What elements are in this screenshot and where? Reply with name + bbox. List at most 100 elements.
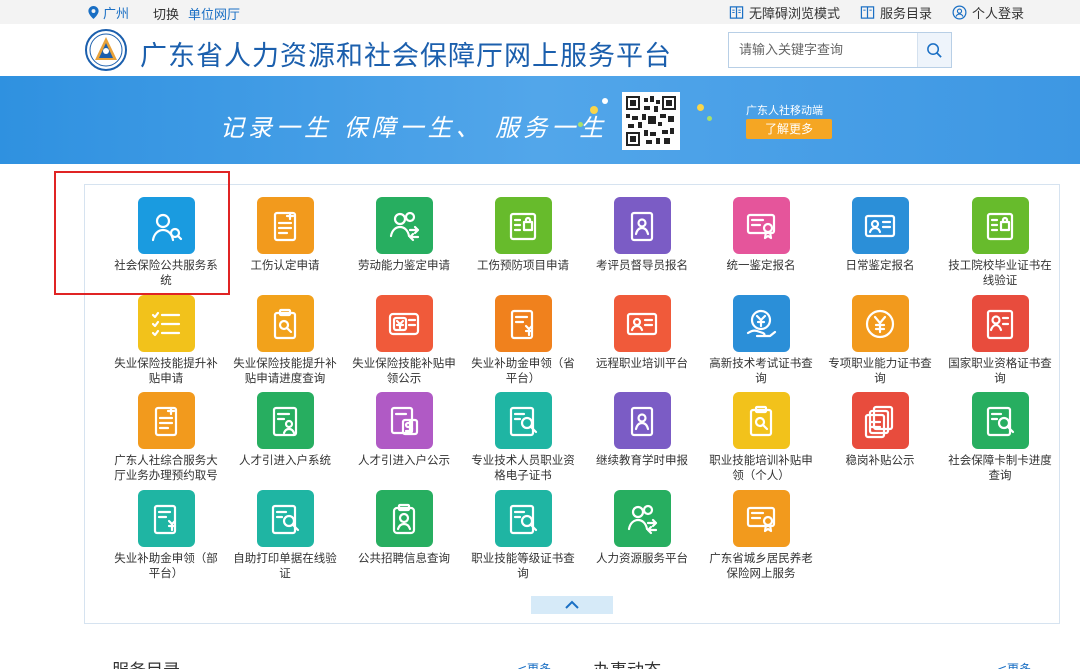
service-tile[interactable]: 公共招聘信息查询 [345, 490, 463, 566]
search-button[interactable] [917, 33, 951, 67]
emblem-logo [85, 29, 127, 71]
service-icon-tile [256, 490, 314, 547]
location-pin-icon [88, 6, 99, 19]
service-icon-tile [137, 197, 195, 254]
service-icon-tile [971, 392, 1029, 449]
users-transfer-icon [389, 211, 420, 241]
document-lock-icon [986, 212, 1014, 240]
service-tile[interactable]: 远程职业培训平台 [583, 295, 701, 371]
service-label: 专业技术人员职业资格电子证书 [471, 453, 575, 482]
service-tile[interactable]: 职业技能等级证书查询 [464, 490, 582, 581]
service-tile[interactable]: 失业补助金申领（部平台） [107, 490, 225, 581]
learn-more-button[interactable]: 了解更多 [746, 119, 832, 139]
service-label: 继续教育学时申报 [596, 453, 688, 467]
service-tile[interactable]: 广东省城乡居民养老保险网上服务 [702, 490, 820, 581]
service-label: 工伤认定申请 [250, 258, 320, 272]
service-label: 自助打印单据在线验证 [233, 551, 337, 580]
user-circle-icon [952, 5, 967, 20]
service-tile[interactable]: 继续教育学时申报 [583, 392, 701, 468]
news-more-link[interactable]: <更多 [997, 660, 1031, 669]
collapse-button[interactable] [531, 596, 613, 614]
decor-dot [697, 104, 704, 111]
service-label: 人才引进入户公示 [358, 453, 450, 467]
service-tile[interactable]: 失业保险技能提升补贴申请 [107, 295, 225, 386]
accessibility-link[interactable]: 无障碍浏览模式 [729, 3, 840, 22]
service-icon-tile [494, 392, 552, 449]
service-tile[interactable]: 工伤认定申请 [226, 197, 344, 273]
service-label: 稳岗补贴公示 [845, 453, 915, 467]
service-icon-tile [494, 295, 552, 352]
search-box [728, 32, 952, 68]
yuan-hand-icon [746, 309, 777, 337]
service-icon-tile [137, 490, 195, 547]
service-tile[interactable]: 人才引进入户系统 [226, 392, 344, 468]
service-tile[interactable]: 统一鉴定报名 [702, 197, 820, 273]
decor-dot [578, 122, 583, 127]
service-tile[interactable]: 职业技能培训补贴申领（个人） [702, 392, 820, 483]
service-label: 人才引进入户系统 [239, 453, 331, 467]
service-label: 日常鉴定报名 [845, 258, 915, 272]
accessibility-label: 无障碍浏览模式 [748, 7, 840, 22]
service-tile[interactable]: 专项职业能力证书查询 [821, 295, 939, 386]
document-dollar-icon [390, 406, 419, 435]
service-tile[interactable]: 社会保险公共服务系统 [107, 197, 225, 288]
service-tile[interactable]: 国家职业资格证书查询 [941, 295, 1059, 386]
service-icon-tile [256, 197, 314, 254]
service-icon-tile [971, 197, 1029, 254]
person-document-icon [986, 309, 1014, 339]
service-label: 职业技能等级证书查询 [471, 551, 575, 580]
login-link[interactable]: 个人登录 [952, 3, 1024, 22]
service-tile[interactable]: 专业技术人员职业资格电子证书 [464, 392, 582, 483]
document-lock-icon [509, 212, 537, 240]
top-bar: 广州 切换 单位网厅 无障碍浏览模式 服务目录 个人登录 [0, 0, 1080, 24]
news-title: 办事动态 [593, 656, 661, 669]
service-icon-tile [732, 197, 790, 254]
service-label: 失业补助金申领（部平台） [114, 551, 218, 580]
banner: 记录一生 保障一生、 服务一生 广东人社移动端 了解更多 [0, 76, 1080, 164]
service-tile[interactable]: 技工院校毕业证书在线验证 [941, 197, 1059, 288]
service-tile[interactable]: 失业保险技能提升补贴申请进度查询 [226, 295, 344, 386]
service-label: 失业保险技能提升补贴申请进度查询 [233, 356, 337, 385]
clipboard-search-icon [273, 308, 297, 339]
service-tile[interactable]: 失业保险技能补贴申领公示 [345, 295, 463, 386]
service-icon-tile [137, 392, 195, 449]
service-tile[interactable]: 劳动能力鉴定申请 [345, 197, 463, 273]
service-icon-tile [851, 295, 909, 352]
service-icon-tile [613, 197, 671, 254]
catalog-icon [860, 6, 875, 19]
service-icon-tile [732, 490, 790, 547]
qr-code[interactable] [622, 92, 680, 150]
document-yuan-icon [153, 504, 177, 534]
service-tile[interactable]: 人才引进入户公示 [345, 392, 463, 468]
service-tile[interactable]: 失业补助金申领（省平台） [464, 295, 582, 386]
service-tile[interactable]: 广东人社综合服务大厅业务办理预约取号 [107, 392, 225, 483]
switch-link[interactable]: 切换 [153, 4, 179, 23]
service-tile[interactable]: 人力资源服务平台 [583, 490, 701, 566]
search-icon [927, 42, 942, 58]
document-search-icon [271, 504, 300, 534]
service-label: 公共招聘信息查询 [358, 551, 450, 565]
service-icon-tile [494, 490, 552, 547]
service-icon-tile [613, 295, 671, 352]
service-catalog-link[interactable]: 服务目录 [860, 3, 932, 22]
service-icon-tile [375, 490, 433, 547]
service-tile[interactable]: 考评员督导员报名 [583, 197, 701, 273]
document-search-icon [509, 504, 538, 534]
document-search-icon [509, 406, 538, 436]
search-input[interactable] [729, 33, 917, 67]
service-tile[interactable]: 社会保障卡制卡进度查询 [941, 392, 1059, 483]
service-tile[interactable]: 高新技术考试证书查询 [702, 295, 820, 386]
department-link[interactable]: 单位网厅 [188, 4, 240, 23]
service-tile[interactable]: 稳岗补贴公示 [821, 392, 939, 468]
location[interactable]: 广州 [88, 3, 129, 22]
service-tile[interactable]: 日常鉴定报名 [821, 197, 939, 273]
service-label: 高新技术考试证书查询 [709, 356, 813, 385]
mobile-label: 广东人社移动端 [746, 104, 823, 117]
chevron-up-icon [565, 600, 579, 609]
service-icon-tile [375, 295, 433, 352]
service-label: 社会保险公共服务系统 [114, 258, 218, 287]
service-label: 远程职业培训平台 [596, 356, 688, 370]
service-tile[interactable]: 自助打印单据在线验证 [226, 490, 344, 581]
service-catalog-more-link[interactable]: <更多 [517, 660, 551, 669]
service-tile[interactable]: 工伤预防项目申请 [464, 197, 582, 273]
